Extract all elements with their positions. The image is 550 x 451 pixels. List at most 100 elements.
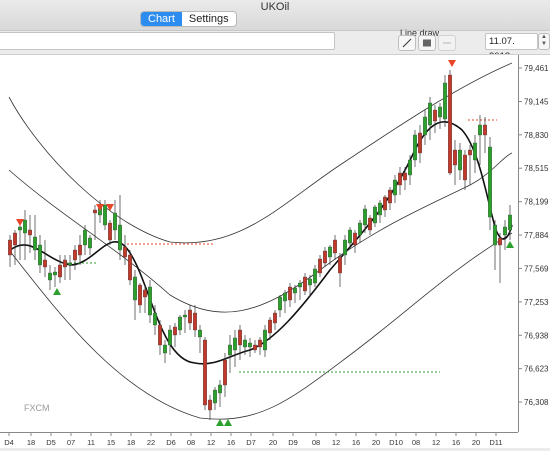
x-tick-label: 16 bbox=[227, 438, 235, 447]
x-tick-label: D5 bbox=[46, 438, 56, 447]
candle-body bbox=[473, 142, 477, 161]
candle-body bbox=[443, 82, 447, 120]
candle-body bbox=[293, 287, 297, 294]
candle-body bbox=[458, 149, 462, 171]
candle-body bbox=[438, 106, 442, 118]
y-axis-labels: 79,461 79,145 78,830 78,515 78,199 77,884 77,5… bbox=[518, 64, 549, 407]
candle-body bbox=[393, 179, 397, 196]
candle-body bbox=[73, 249, 77, 261]
x-tick-label: D6 bbox=[166, 438, 176, 447]
candle-body bbox=[508, 214, 512, 231]
candle-body bbox=[338, 256, 342, 274]
candle-body bbox=[243, 339, 247, 348]
square-icon bbox=[423, 39, 431, 47]
x-tick-label: 08 bbox=[312, 438, 320, 447]
candle-body bbox=[388, 189, 392, 204]
candle-body bbox=[373, 206, 377, 224]
candle-body bbox=[233, 337, 237, 351]
candle-body bbox=[488, 146, 492, 218]
tab-settings[interactable]: Settings bbox=[182, 12, 236, 26]
candle-body bbox=[363, 208, 367, 226]
minus-icon bbox=[443, 42, 451, 44]
candle-body bbox=[228, 344, 232, 356]
candle-body bbox=[188, 309, 192, 324]
x-tick-label: 20 bbox=[472, 438, 480, 447]
candle-body bbox=[403, 172, 407, 181]
candle-body bbox=[93, 209, 97, 214]
candle-body bbox=[493, 224, 497, 246]
pencil-tool-button[interactable] bbox=[398, 35, 416, 51]
x-axis-labels: D4 18 D5 07 11 15 18 22 D6 08 12 16 D7 20 D9 08 12 16 20 D1… bbox=[4, 432, 503, 447]
pencil-icon bbox=[402, 38, 412, 48]
x-tick-label: 08 bbox=[412, 438, 420, 447]
candle-body bbox=[88, 237, 92, 249]
candle-body bbox=[378, 202, 382, 216]
candle-body bbox=[23, 219, 27, 234]
candle-body bbox=[168, 329, 172, 346]
candle-body bbox=[268, 319, 272, 334]
candle bbox=[203, 337, 207, 410]
candle-body bbox=[273, 312, 277, 324]
candle-body bbox=[383, 196, 387, 211]
x-tick-label: D4 bbox=[4, 438, 14, 447]
x-tick-label: 20 bbox=[372, 438, 380, 447]
y-tick-label: 76,308 bbox=[524, 398, 549, 407]
candle bbox=[488, 137, 492, 230]
candle-body bbox=[348, 229, 352, 244]
candle-body bbox=[248, 342, 252, 348]
candle-body bbox=[423, 116, 427, 136]
chart-area[interactable]: 79,461 79,145 78,830 78,515 78,199 77,884 77,5… bbox=[0, 54, 550, 448]
candle-body bbox=[418, 132, 422, 154]
candle-body bbox=[413, 134, 417, 161]
candle-body bbox=[498, 237, 502, 246]
candle-body bbox=[163, 344, 167, 354]
candle-body bbox=[83, 229, 87, 246]
tab-chart[interactable]: Chart bbox=[141, 12, 182, 26]
candle-body bbox=[298, 282, 302, 288]
x-tick-label: 07 bbox=[67, 438, 75, 447]
candle-body bbox=[358, 222, 362, 236]
candle-body bbox=[218, 384, 222, 394]
candle-body bbox=[133, 276, 137, 301]
candle-body bbox=[43, 259, 47, 268]
x-tick-label: 16 bbox=[452, 438, 460, 447]
candle-body bbox=[58, 264, 62, 278]
candle-body bbox=[108, 222, 112, 241]
x-tick-label: 22 bbox=[147, 438, 155, 447]
candle-body bbox=[313, 268, 317, 284]
date-stepper[interactable]: ▲ ▼ bbox=[538, 33, 550, 50]
date-field[interactable]: 11.07. 2018 bbox=[485, 33, 538, 62]
candle-body bbox=[113, 212, 117, 231]
candle-body bbox=[223, 359, 227, 386]
candle-body bbox=[333, 239, 337, 254]
candle-body bbox=[463, 154, 467, 181]
candle-body bbox=[38, 244, 42, 266]
candle-body bbox=[13, 232, 17, 246]
candle-body bbox=[308, 278, 312, 286]
title-bar: UKOil Chart Settings bbox=[0, 0, 550, 31]
line-tool-button[interactable] bbox=[438, 35, 456, 51]
price-chart: 79,461 79,145 78,830 78,515 78,199 77,884 77,5… bbox=[0, 55, 549, 447]
x-tick-label: 11 bbox=[87, 438, 95, 447]
x-tick-label: 18 bbox=[127, 438, 135, 447]
x-tick-label: 12 bbox=[432, 438, 440, 447]
candle-body bbox=[198, 329, 202, 338]
y-tick-label: 77,253 bbox=[524, 298, 549, 307]
candle-body bbox=[183, 314, 187, 318]
candle-body bbox=[68, 262, 72, 266]
y-tick-label: 79,145 bbox=[524, 97, 549, 106]
candle-body bbox=[173, 326, 177, 336]
rectangle-tool-button[interactable] bbox=[418, 35, 436, 51]
candle-body bbox=[118, 224, 122, 251]
candle-body bbox=[48, 272, 52, 281]
candle-body bbox=[213, 389, 217, 404]
candle-body bbox=[428, 102, 432, 126]
candle-body bbox=[478, 124, 482, 136]
candle-body bbox=[203, 339, 207, 406]
candle-body bbox=[53, 271, 57, 276]
candle-body bbox=[158, 324, 162, 346]
symbol-input[interactable] bbox=[0, 32, 335, 50]
x-tick-label: D7 bbox=[246, 438, 256, 447]
candle-body bbox=[453, 149, 457, 166]
candle-body bbox=[323, 250, 327, 264]
